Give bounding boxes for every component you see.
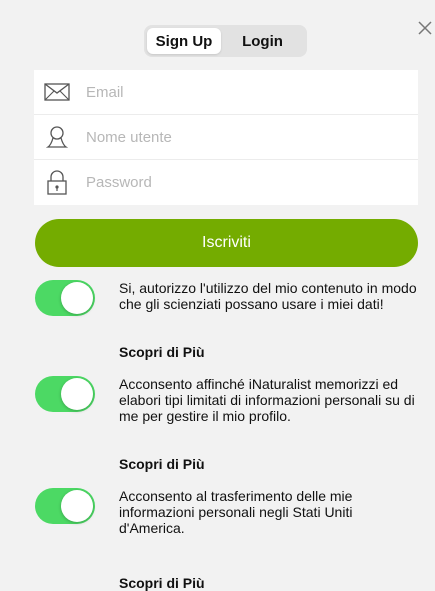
tab-sign-up[interactable]: Sign Up [147,28,221,54]
toggle-knob [61,282,93,314]
password-input[interactable] [84,173,388,192]
learn-more-link[interactable]: Scopri di Più [119,344,205,360]
consent-text: Si, autorizzo l'utilizzo del mio contenu… [119,280,417,312]
signup-button[interactable]: Iscriviti [35,219,418,267]
learn-more-link[interactable]: Scopri di Più [119,456,205,472]
auth-mode-segmented-control: Sign Up Login [144,25,307,57]
consent-text: Acconsento al trasferimento delle mie in… [119,488,353,536]
username-field-row [34,115,418,160]
username-input[interactable] [84,127,388,147]
personal-info-toggle[interactable] [35,376,95,412]
toggle-knob [61,378,93,410]
user-icon [42,124,72,150]
close-icon[interactable] [417,20,433,36]
email-input[interactable] [84,82,388,102]
toggle-knob [61,490,93,522]
data-transfer-toggle[interactable] [35,488,95,524]
tab-login[interactable]: Login [221,28,304,54]
signup-form [34,70,418,205]
envelope-icon [42,79,72,105]
data-usage-toggle[interactable] [35,280,95,316]
password-field-row [34,160,418,205]
consent-text: Acconsento affinché iNaturalist memorizz… [119,376,415,424]
lock-icon [42,169,72,196]
email-field-row [34,70,418,115]
learn-more-link[interactable]: Scopri di Più [119,575,205,591]
